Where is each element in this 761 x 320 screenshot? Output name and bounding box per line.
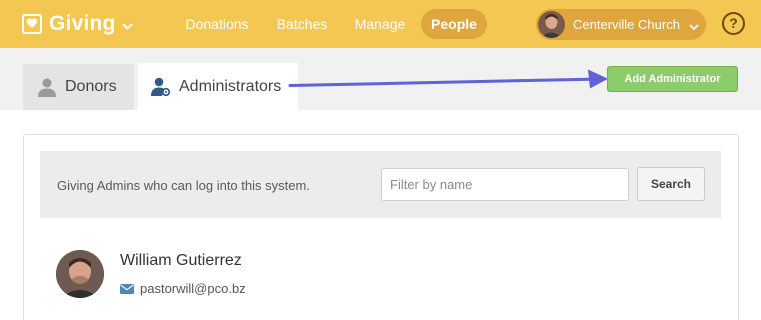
person-icon — [37, 78, 57, 97]
filter-by-name-input[interactable] — [381, 168, 629, 201]
nav-donations[interactable]: Donations — [182, 9, 252, 39]
admin-person-icon — [151, 77, 171, 96]
admin-email-row: pastorwill@pco.bz — [120, 281, 246, 296]
app-name: Giving — [49, 12, 116, 35]
annotation-arrow — [288, 69, 608, 89]
filter-description: Giving Admins who can log into this syst… — [57, 178, 310, 193]
avatar[interactable] — [56, 250, 104, 298]
admin-name[interactable]: William Gutierrez — [120, 252, 242, 270]
help-icon[interactable]: ? — [722, 12, 745, 35]
nav-people[interactable]: People — [421, 9, 487, 39]
org-name: Centerville Church — [573, 17, 680, 32]
chevron-down-icon — [689, 17, 699, 35]
app-logo[interactable]: Giving — [22, 11, 133, 37]
search-button[interactable]: Search — [637, 167, 705, 201]
add-administrator-button[interactable]: Add Administrator — [607, 66, 738, 92]
heart-icon — [22, 14, 42, 34]
tab-label: Donors — [65, 78, 117, 95]
tab-administrators[interactable]: Administrators — [138, 63, 298, 110]
tab-donors[interactable]: Donors — [23, 64, 134, 110]
org-avatar — [538, 11, 565, 38]
top-nav-bar: Giving Donations Batches Manage People C… — [0, 0, 761, 48]
nav-manage[interactable]: Manage — [352, 9, 408, 39]
org-switcher[interactable]: Centerville Church — [536, 9, 706, 40]
chevron-down-icon — [121, 17, 133, 35]
nav-batches[interactable]: Batches — [273, 9, 331, 39]
envelope-icon — [120, 283, 134, 294]
tab-label: Administrators — [179, 77, 282, 95]
admin-email[interactable]: pastorwill@pco.bz — [140, 281, 246, 296]
